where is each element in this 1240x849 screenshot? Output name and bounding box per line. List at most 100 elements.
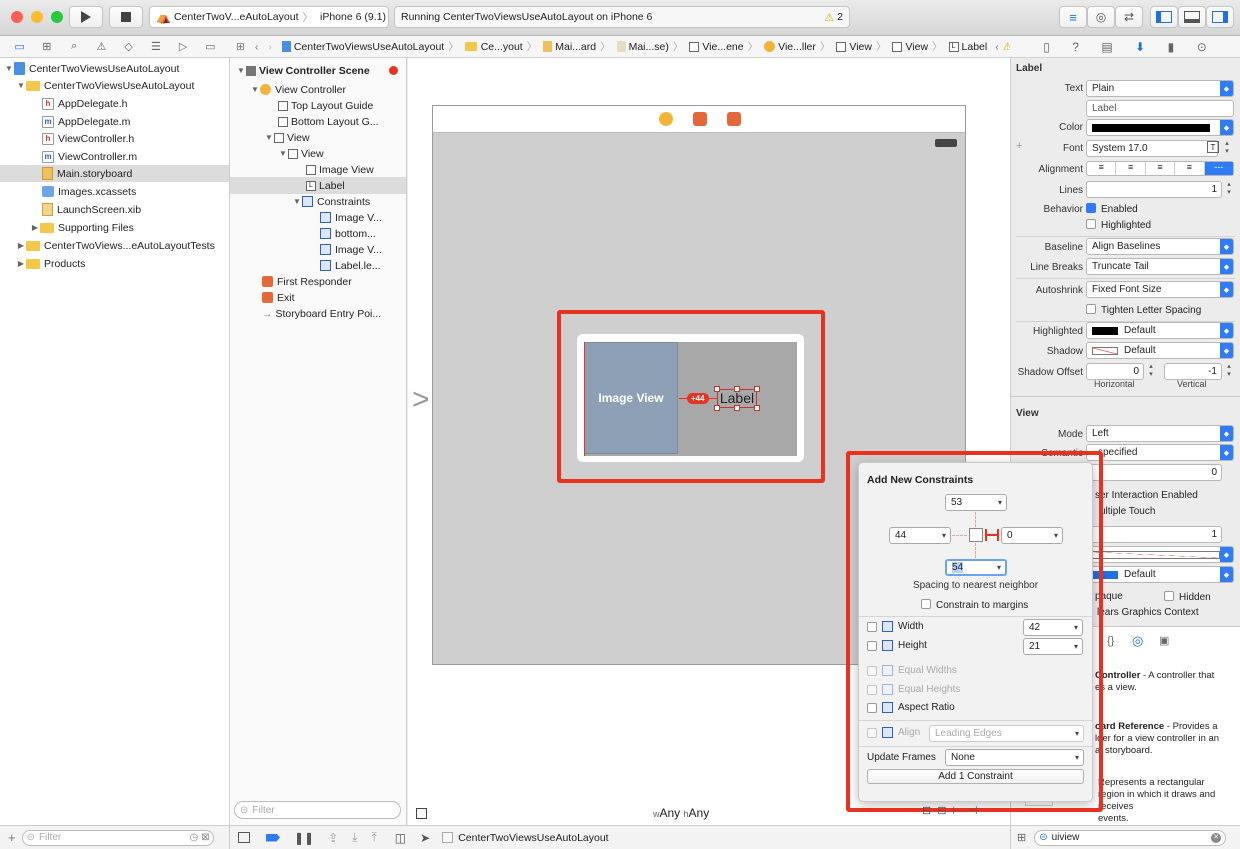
braces-icon[interactable]: {}	[1107, 635, 1114, 647]
scheme-selector[interactable]: ⛺ CenterTwoV...eAutoLayout 〉 iPhone 6 (9…	[149, 6, 389, 28]
toggle-debug-button[interactable]	[1178, 6, 1206, 28]
toggle-utilities-button[interactable]	[1206, 6, 1234, 28]
outline-item[interactable]: First Responder	[230, 273, 406, 290]
nav-item-group[interactable]: ▶ Supporting Files	[0, 219, 229, 236]
location-icon[interactable]: ➤	[420, 831, 430, 845]
warnings-indicator[interactable]: ⚠ 2	[824, 11, 843, 24]
alignment-control[interactable]: ≡ ≡ ≡ ≡ ---	[1086, 161, 1234, 176]
nav-item-file[interactable]: h ViewController.h	[0, 130, 229, 147]
align-justify-icon[interactable]: ≡	[1175, 162, 1205, 175]
nav-item-group[interactable]: ▼ CenterTwoViewsUseAutoLayout	[0, 77, 229, 94]
identity-icon[interactable]: ▤	[1101, 40, 1112, 54]
text-content-field[interactable]: Label	[1086, 100, 1234, 117]
alpha-field[interactable]: 1	[1086, 526, 1222, 543]
nav-item-file-selected[interactable]: Main.storyboard	[0, 165, 229, 182]
library-item-view[interactable]: Represents a rectangular region in which …	[1098, 777, 1238, 825]
semantic-popup[interactable]: specified ◆	[1086, 444, 1234, 461]
step-in-icon[interactable]: ⤓	[352, 830, 357, 845]
toggle-navigator-button[interactable]	[1150, 6, 1178, 28]
connections-icon[interactable]: ⊙	[1197, 40, 1207, 54]
autoshrink-popup[interactable]: Fixed Font Size ◆	[1086, 281, 1234, 298]
object-library-icon[interactable]: ◎	[1132, 633, 1143, 649]
nav-item-file[interactable]: m AppDelegate.m	[0, 113, 229, 130]
jump-item[interactable]: Mai...se) 〉	[616, 39, 683, 54]
outline-item[interactable]: Image View	[230, 161, 406, 178]
baseline-popup[interactable]: Align Baselines ◆	[1086, 238, 1234, 255]
shadow-v-stepper[interactable]: ▴ ▾	[1224, 363, 1234, 380]
clears-label[interactable]: lears Graphics Context	[1097, 607, 1199, 618]
outline-item-scene[interactable]: ▼ View Controller Scene	[230, 62, 406, 79]
warning-icon[interactable]: ⚠	[94, 40, 108, 53]
align-icon[interactable]: ⊟	[937, 805, 952, 817]
font-field[interactable]: System 17.0	[1086, 140, 1218, 157]
jump-item[interactable]: CenterTwoViewsUseAutoLayout 〉	[281, 39, 459, 54]
outline-item[interactable]: → Storyboard Entry Poi...	[230, 305, 406, 322]
outline-item[interactable]: ▼ View	[230, 145, 406, 162]
hide-debug-icon[interactable]	[238, 832, 250, 843]
jump-item[interactable]: Vie...ene 〉	[689, 39, 758, 54]
align-left-icon[interactable]: ≡	[1087, 162, 1117, 175]
help-icon[interactable]: ?	[1072, 40, 1079, 54]
nav-item-file[interactable]: LaunchScreen.xib	[0, 201, 229, 218]
font-picker-icon[interactable]: T	[1207, 141, 1219, 153]
tag-icon[interactable]: ▷	[176, 40, 190, 53]
align-natural-icon[interactable]: ---	[1204, 162, 1234, 175]
plus-icon[interactable]: +	[8, 830, 16, 845]
attributes-icon[interactable]: ⬇	[1135, 40, 1145, 54]
outline-item[interactable]: Image V...	[230, 241, 406, 258]
text-type-popup[interactable]: Plain ◆	[1086, 80, 1234, 97]
outline-item[interactable]: Image V...	[230, 209, 406, 226]
outline-item[interactable]: Bottom Layout G...	[230, 113, 406, 130]
outline-item[interactable]: ▼ View	[230, 129, 406, 146]
hidden-checkbox[interactable]: Hidden	[1164, 591, 1211, 603]
jump-item[interactable]: Ce...yout 〉	[464, 39, 537, 54]
outline-item[interactable]: ▼ Constraints	[230, 193, 406, 210]
file-icon[interactable]: ▯	[1043, 40, 1050, 54]
multiple-touch-label[interactable]: ultiple Touch	[1100, 506, 1155, 517]
jump-item[interactable]: L Label	[948, 41, 987, 53]
exit-icon[interactable]	[727, 112, 741, 126]
previous-issue-icon[interactable]: ‹	[995, 41, 999, 53]
library-search-field[interactable]: ⊝ uiview ✕	[1034, 829, 1227, 846]
clock-icon[interactable]: ◷	[189, 832, 198, 843]
shadow-h-stepper[interactable]: ▴ ▾	[1146, 363, 1156, 380]
size-icon[interactable]: ▮	[1168, 40, 1175, 54]
background-color-popup[interactable]: ◆	[1086, 546, 1234, 563]
back-icon[interactable]: ‹	[255, 41, 259, 53]
tighten-checkbox[interactable]: Tighten Letter Spacing	[1086, 304, 1201, 316]
view-controller-icon[interactable]	[659, 112, 673, 126]
jump-item[interactable]: Vie...ller 〉	[764, 39, 830, 54]
nav-item-project[interactable]: ▼ CenterTwoViewsUseAutoLayout	[0, 60, 229, 77]
library-item-storyboard-reference[interactable]: oard Reference - Provides a lder for a vi…	[1095, 721, 1235, 757]
font-stepper[interactable]: ▴ ▾	[1222, 140, 1232, 157]
breakpoints-icon[interactable]	[266, 833, 280, 842]
diamond-icon[interactable]: ◇	[122, 40, 136, 53]
version-editor-button[interactable]: ⇄	[1115, 6, 1143, 28]
close-window-button[interactable]	[11, 11, 23, 23]
nav-item-file[interactable]: h AppDelegate.h	[0, 95, 229, 112]
comment-icon[interactable]: ▭	[203, 40, 217, 53]
forward-icon[interactable]: ›	[268, 41, 272, 53]
assistant-editor-button[interactable]: ◎	[1087, 6, 1115, 28]
stack-icon[interactable]: ⊟	[922, 805, 937, 817]
library-item-view-controller[interactable]: Controller - A controller that es a view.	[1095, 670, 1235, 694]
resolve-icon[interactable]: ⊣	[968, 805, 984, 817]
view-debugger-icon[interactable]: ◫	[395, 831, 406, 845]
jump-item[interactable]: Mai...ard 〉	[543, 39, 611, 54]
enabled-checkbox[interactable]: Enabled	[1086, 203, 1138, 215]
shadow-h-field[interactable]: 0	[1086, 363, 1144, 380]
outline-toggle-icon[interactable]	[416, 807, 427, 819]
jump-item[interactable]: View 〉	[836, 39, 886, 54]
warning-icon[interactable]: ⚠	[1003, 41, 1010, 53]
list-icon[interactable]: ☰	[149, 40, 163, 53]
linebreaks-popup[interactable]: Truncate Tail ◆	[1086, 258, 1234, 275]
tag-field[interactable]: 0	[1086, 464, 1222, 481]
outline-item[interactable]: Top Layout Guide	[230, 97, 406, 114]
lines-field[interactable]: 1	[1086, 181, 1222, 198]
first-responder-icon[interactable]	[693, 112, 707, 126]
run-button[interactable]	[69, 6, 103, 28]
minimize-window-button[interactable]	[31, 11, 43, 23]
navigator-filter-field[interactable]: ⊝ Filter ◷ ⊠	[21, 829, 214, 846]
pin-icon[interactable]: ⊢	[952, 805, 968, 817]
outline-item[interactable]: Exit	[230, 289, 406, 306]
